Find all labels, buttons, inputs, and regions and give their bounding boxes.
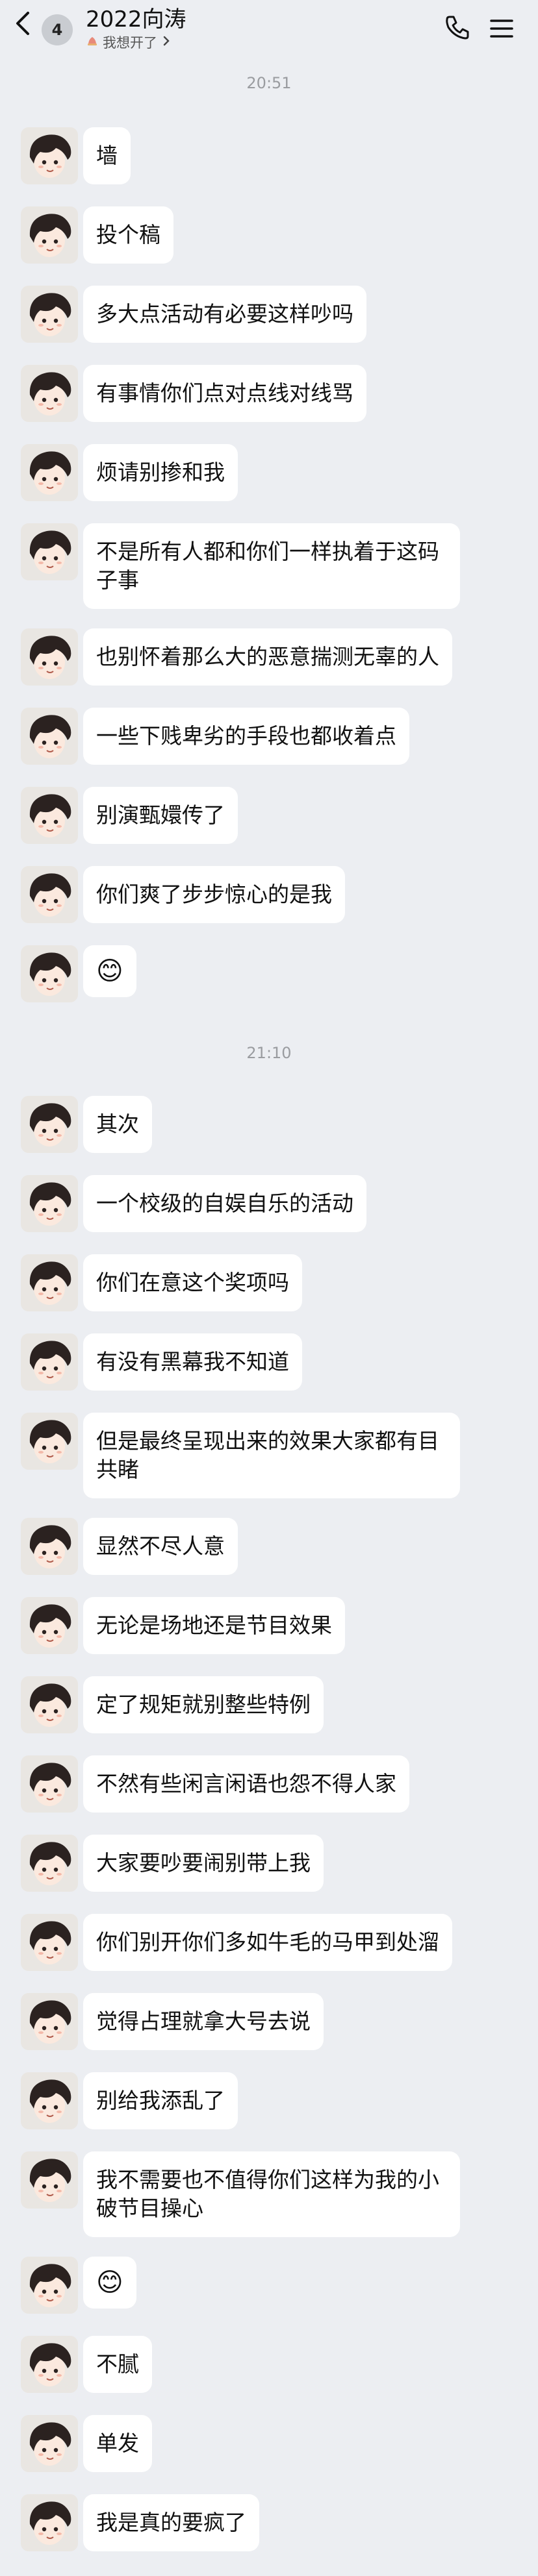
avatar[interactable] xyxy=(21,1676,78,1733)
message-bubble[interactable]: 😊 xyxy=(83,945,136,997)
chat-title[interactable]: 2022向涛 xyxy=(86,1,186,33)
message-bubble[interactable]: 投个稿 xyxy=(83,206,173,264)
message-bubble[interactable]: 你们爽了步步惊心的是我 xyxy=(83,866,345,923)
message-bubble[interactable]: 有事情你们点对点线对线骂 xyxy=(83,365,366,422)
message-bubble[interactable]: 不然有些闲言闲语也怨不得人家 xyxy=(83,1755,409,1813)
avatar[interactable] xyxy=(21,2336,78,2393)
message-bubble[interactable]: 别给我添乱了 xyxy=(83,2072,238,2129)
message-row: 多大点活动有必要这样吵吗 xyxy=(21,286,515,343)
message-bubble[interactable]: 显然不尽人意 xyxy=(83,1518,238,1575)
avatar[interactable] xyxy=(21,1333,78,1391)
avatar[interactable] xyxy=(21,787,78,844)
avatar[interactable] xyxy=(21,286,78,343)
message-row: 别演甄嬛传了 xyxy=(21,787,515,844)
message-row: 你们在意这个奖项吗 xyxy=(21,1254,515,1311)
avatar[interactable] xyxy=(21,365,78,422)
message-row: 其次 xyxy=(21,1096,515,1153)
avatar[interactable] xyxy=(21,1835,78,1892)
message-bubble[interactable]: 大家要吵要闹别带上我 xyxy=(83,1835,324,1892)
status-text: 我想开了 xyxy=(103,35,157,51)
message-bubble[interactable]: 😊 xyxy=(83,2257,136,2309)
message-bubble[interactable]: 别演甄嬛传了 xyxy=(83,787,238,844)
message-bubble[interactable]: 觉得占理就拿大号去说 xyxy=(83,1993,324,2050)
message-row: 不是所有人都和你们一样执着于这码子事 xyxy=(21,523,515,609)
message-row: 一些下贱卑劣的手段也都收着点 xyxy=(21,708,515,765)
phone-icon[interactable] xyxy=(443,13,472,42)
message-bubble[interactable]: 也别怀着那么大的恶意揣测无辜的人 xyxy=(83,628,452,686)
avatar[interactable] xyxy=(21,1914,78,1971)
avatar[interactable] xyxy=(21,945,78,1002)
avatar[interactable] xyxy=(21,206,78,264)
chevron-left-icon[interactable] xyxy=(12,9,34,38)
avatar[interactable] xyxy=(21,1413,78,1470)
avatar[interactable] xyxy=(21,1254,78,1311)
message-row: 有没有黑幕我不知道 xyxy=(21,1333,515,1391)
message-row: 😊 xyxy=(21,945,515,1002)
message-row: 无论是场地还是节目效果 xyxy=(21,1597,515,1654)
message-row: 你们爽了步步惊心的是我 xyxy=(21,866,515,923)
message-row: 定了规矩就别整些特例 xyxy=(21,1676,515,1733)
message-bubble[interactable]: 但是最终呈现出来的效果大家都有目共睹 xyxy=(83,1413,460,1498)
message-row: 不腻 xyxy=(21,2336,515,2393)
message-bubble[interactable]: 不是所有人都和你们一样执着于这码子事 xyxy=(83,523,460,609)
message-row: 我是真的要疯了 xyxy=(21,2494,515,2551)
unread-count-badge[interactable]: 4 xyxy=(42,14,73,45)
chevron-right-icon xyxy=(162,34,170,51)
message-row: 墙 xyxy=(21,127,515,184)
chat-header: 4 2022向涛 我想开了 xyxy=(0,0,538,62)
message-row: 一个校级的自娱自乐的活动 xyxy=(21,1175,515,1232)
avatar[interactable] xyxy=(21,628,78,686)
message-row: 大家要吵要闹别带上我 xyxy=(21,1835,515,1892)
avatar[interactable] xyxy=(21,2415,78,2472)
message-bubble[interactable]: 你们在意这个奖项吗 xyxy=(83,1254,302,1311)
message-bubble[interactable]: 一个校级的自娱自乐的活动 xyxy=(83,1175,366,1232)
avatar[interactable] xyxy=(21,1175,78,1232)
message-row: 但是最终呈现出来的效果大家都有目共睹 xyxy=(21,1413,515,1498)
message-bubble[interactable]: 我不需要也不值得你们这样为我的小破节目操心 xyxy=(83,2151,460,2237)
message-bubble[interactable]: 不腻 xyxy=(83,2336,152,2393)
avatar[interactable] xyxy=(21,127,78,184)
message-row: 觉得占理就拿大号去说 xyxy=(21,1993,515,2050)
avatar[interactable] xyxy=(21,1755,78,1813)
avatar[interactable] xyxy=(21,1518,78,1575)
avatar[interactable] xyxy=(21,1096,78,1153)
message-row: 投个稿 xyxy=(21,206,515,264)
message-row: 😊 xyxy=(21,2257,515,2314)
message-bubble[interactable]: 你们别开你们多如牛毛的马甲到处溜 xyxy=(83,1914,452,1971)
user-status[interactable]: 我想开了 xyxy=(87,32,170,52)
status-flame-icon xyxy=(87,36,97,49)
avatar[interactable] xyxy=(21,2257,78,2314)
message-bubble[interactable]: 我是真的要疯了 xyxy=(83,2494,259,2551)
message-bubble[interactable]: 其次 xyxy=(83,1096,152,1153)
message-row: 有事情你们点对点线对线骂 xyxy=(21,365,515,422)
avatar[interactable] xyxy=(21,1597,78,1654)
timestamp: 21:10 xyxy=(246,1044,292,1062)
message-row: 你们别开你们多如牛毛的马甲到处溜 xyxy=(21,1914,515,1971)
message-bubble[interactable]: 定了规矩就别整些特例 xyxy=(83,1676,324,1733)
message-bubble[interactable]: 多大点活动有必要这样吵吗 xyxy=(83,286,366,343)
message-row: 我不需要也不值得你们这样为我的小破节目操心 xyxy=(21,2151,515,2237)
message-bubble[interactable]: 单发 xyxy=(83,2415,152,2472)
message-row: 不然有些闲言闲语也怨不得人家 xyxy=(21,1755,515,1813)
avatar[interactable] xyxy=(21,444,78,501)
avatar[interactable] xyxy=(21,2151,78,2209)
message-row: 烦请别掺和我 xyxy=(21,444,515,501)
timestamp: 20:51 xyxy=(246,74,292,92)
message-bubble[interactable]: 有没有黑幕我不知道 xyxy=(83,1333,302,1391)
avatar[interactable] xyxy=(21,2072,78,2129)
message-bubble[interactable]: 墙 xyxy=(83,127,131,184)
avatar[interactable] xyxy=(21,2494,78,2551)
avatar[interactable] xyxy=(21,708,78,765)
message-row: 显然不尽人意 xyxy=(21,1518,515,1575)
menu-icon[interactable] xyxy=(489,16,515,42)
message-bubble[interactable]: 烦请别掺和我 xyxy=(83,444,238,501)
message-row: 别给我添乱了 xyxy=(21,2072,515,2129)
avatar[interactable] xyxy=(21,1993,78,2050)
message-bubble[interactable]: 一些下贱卑劣的手段也都收着点 xyxy=(83,708,409,765)
avatar[interactable] xyxy=(21,866,78,923)
message-bubble[interactable]: 无论是场地还是节目效果 xyxy=(83,1597,345,1654)
avatar[interactable] xyxy=(21,523,78,580)
message-row: 也别怀着那么大的恶意揣测无辜的人 xyxy=(21,628,515,686)
message-row: 单发 xyxy=(21,2415,515,2472)
